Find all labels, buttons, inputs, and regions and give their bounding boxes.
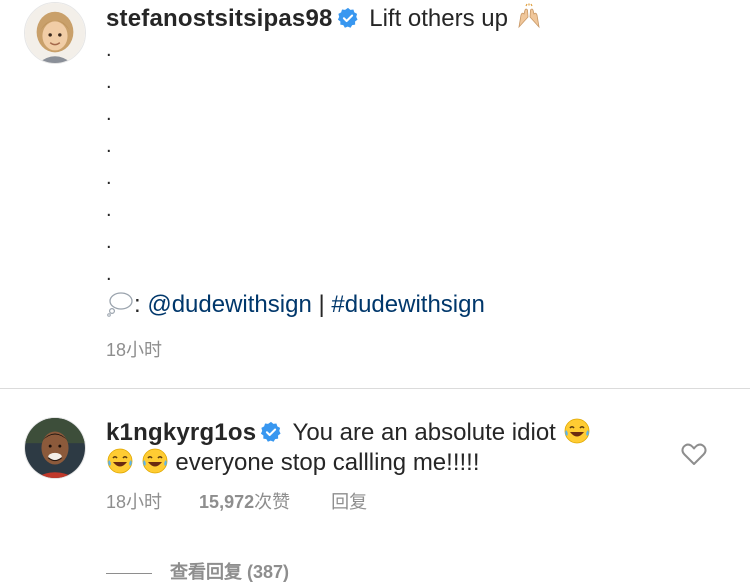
- photo-credit-line: : @dudewithsign | #dudewithsign: [106, 289, 485, 320]
- verified-badge-icon: [337, 7, 359, 29]
- face-with-tears-of-joy-emoji-icon: [141, 447, 169, 475]
- face-with-tears-of-joy-emoji-icon: [106, 447, 134, 475]
- comment-second-line: everyone stop callling me!!!!!: [106, 447, 480, 478]
- verified-badge-icon: [260, 421, 282, 443]
- comment-timestamp: 18小时: [106, 492, 163, 512]
- credit-prefix: :: [134, 291, 148, 318]
- caption-text: Lift others up: [369, 5, 508, 32]
- reply-button[interactable]: 回复: [331, 488, 367, 514]
- post-author-username[interactable]: stefanostsitsipas98: [106, 5, 333, 32]
- caption-dot: .: [106, 231, 112, 253]
- credit-mention-link[interactable]: @dudewithsign: [147, 291, 311, 318]
- view-replies-button[interactable]: 查看回复 (387): [106, 558, 289, 584]
- commenter-avatar[interactable]: [24, 417, 86, 479]
- face-with-tears-of-joy-emoji-icon: [563, 417, 591, 445]
- raising-hands-emoji-icon: [515, 3, 543, 31]
- post-timestamp: 18小时: [106, 340, 163, 360]
- caption-dot: .: [106, 135, 112, 157]
- comment-text-line1: You are an absolute idiot: [292, 419, 556, 446]
- comment-first-line: k1ngkyrg1os You are an absolute idiot: [106, 417, 591, 448]
- like-heart-icon[interactable]: [680, 440, 708, 468]
- caption-dot: .: [106, 199, 112, 221]
- author-avatar[interactable]: [24, 2, 86, 64]
- view-replies-line: [106, 572, 152, 574]
- credit-hashtag-link[interactable]: #dudewithsign: [331, 291, 484, 318]
- view-replies-label: 查看回复 (387): [170, 562, 290, 582]
- caption-first-line: stefanostsitsipas98 Lift others up: [106, 3, 543, 34]
- caption-dot: .: [106, 39, 112, 61]
- comment-like-label: 次赞: [254, 492, 291, 512]
- caption-dot: .: [106, 71, 112, 93]
- caption-dot: .: [106, 167, 112, 189]
- comment-like-count: 15,972: [199, 492, 255, 512]
- post-caption-section: stefanostsitsipas98 Lift others up . . .…: [0, 0, 750, 388]
- caption-dot: .: [106, 263, 112, 285]
- comment-author-username[interactable]: k1ngkyrg1os: [106, 419, 256, 446]
- credit-separator: |: [311, 291, 332, 318]
- comment-meta: 18小时 15,972次赞 回复: [106, 488, 367, 514]
- comment-text-line2: everyone stop callling me!!!!!: [175, 449, 480, 476]
- caption-dot: .: [106, 103, 112, 125]
- section-divider: [0, 388, 750, 389]
- thought-balloon-emoji-icon: [106, 289, 134, 317]
- comment-likes[interactable]: 15,972次赞: [199, 488, 290, 514]
